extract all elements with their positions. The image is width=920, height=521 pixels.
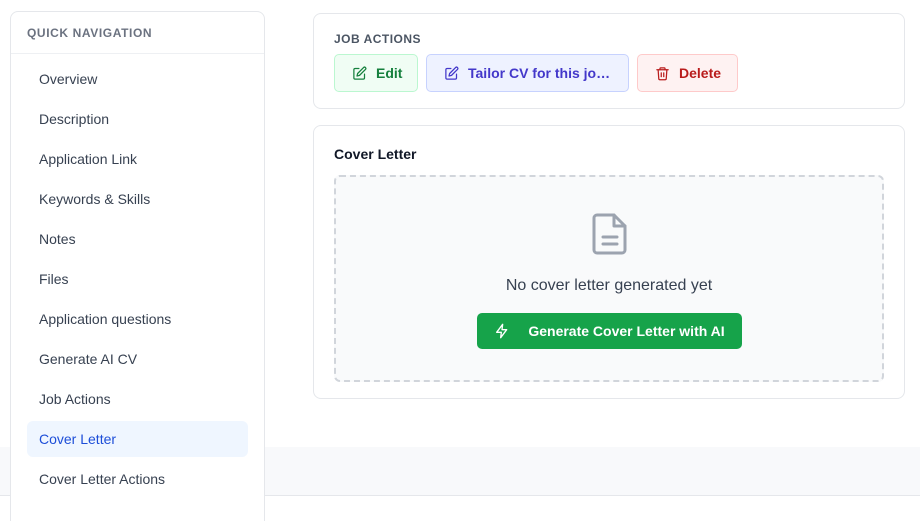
nav-item-application-questions[interactable]: Application questions [27,301,248,337]
job-actions-card: JOB ACTIONS Edit Tailor CV for this job.… [313,13,905,109]
nav-item-keywords-skills[interactable]: Keywords & Skills [27,181,248,217]
edit-button-label: Edit [376,65,403,81]
tailor-cv-button[interactable]: Tailor CV for this job... [426,54,629,92]
edit-icon [445,66,459,80]
nav-item-files[interactable]: Files [27,261,248,297]
nav-item-overview[interactable]: Overview [27,61,248,97]
edit-icon [353,66,367,80]
nav-item-cover-letter[interactable]: Cover Letter [27,421,248,457]
delete-button-label: Delete [679,65,722,81]
nav-item-description[interactable]: Description [27,101,248,137]
trash-icon [656,66,669,80]
lightning-icon [496,323,508,339]
nav-item-notes[interactable]: Notes [27,221,248,257]
cover-letter-card: Cover Letter No cover letter generated y… [313,125,905,399]
nav-item-application-link[interactable]: Application Link [27,141,248,177]
delete-button[interactable]: Delete [637,54,738,92]
empty-state-text: No cover letter generated yet [505,277,713,294]
quick-navigation-sidebar: QUICK NAVIGATION Overview Description Ap… [10,11,265,521]
cover-letter-empty-state: No cover letter generated yet Generate C… [334,175,884,382]
generate-cover-letter-button[interactable]: Generate Cover Letter with AI [477,313,742,349]
cover-letter-title: Cover Letter [334,146,417,162]
edit-button[interactable]: Edit [334,54,418,92]
page: QUICK NAVIGATION Overview Description Ap… [0,0,920,521]
document-icon [592,213,627,255]
job-actions-title: JOB ACTIONS [334,32,422,46]
nav-list: Overview Description Application Link Ke… [11,54,264,497]
nav-item-cover-letter-actions[interactable]: Cover Letter Actions [27,461,248,497]
tailor-cv-button-label: Tailor CV for this job... [468,65,612,81]
nav-item-job-actions[interactable]: Job Actions [27,381,248,417]
nav-item-generate-ai-cv[interactable]: Generate AI CV [27,341,248,377]
sidebar-header: QUICK NAVIGATION [11,12,264,54]
generate-button-label: Generate Cover Letter with AI [528,323,725,339]
